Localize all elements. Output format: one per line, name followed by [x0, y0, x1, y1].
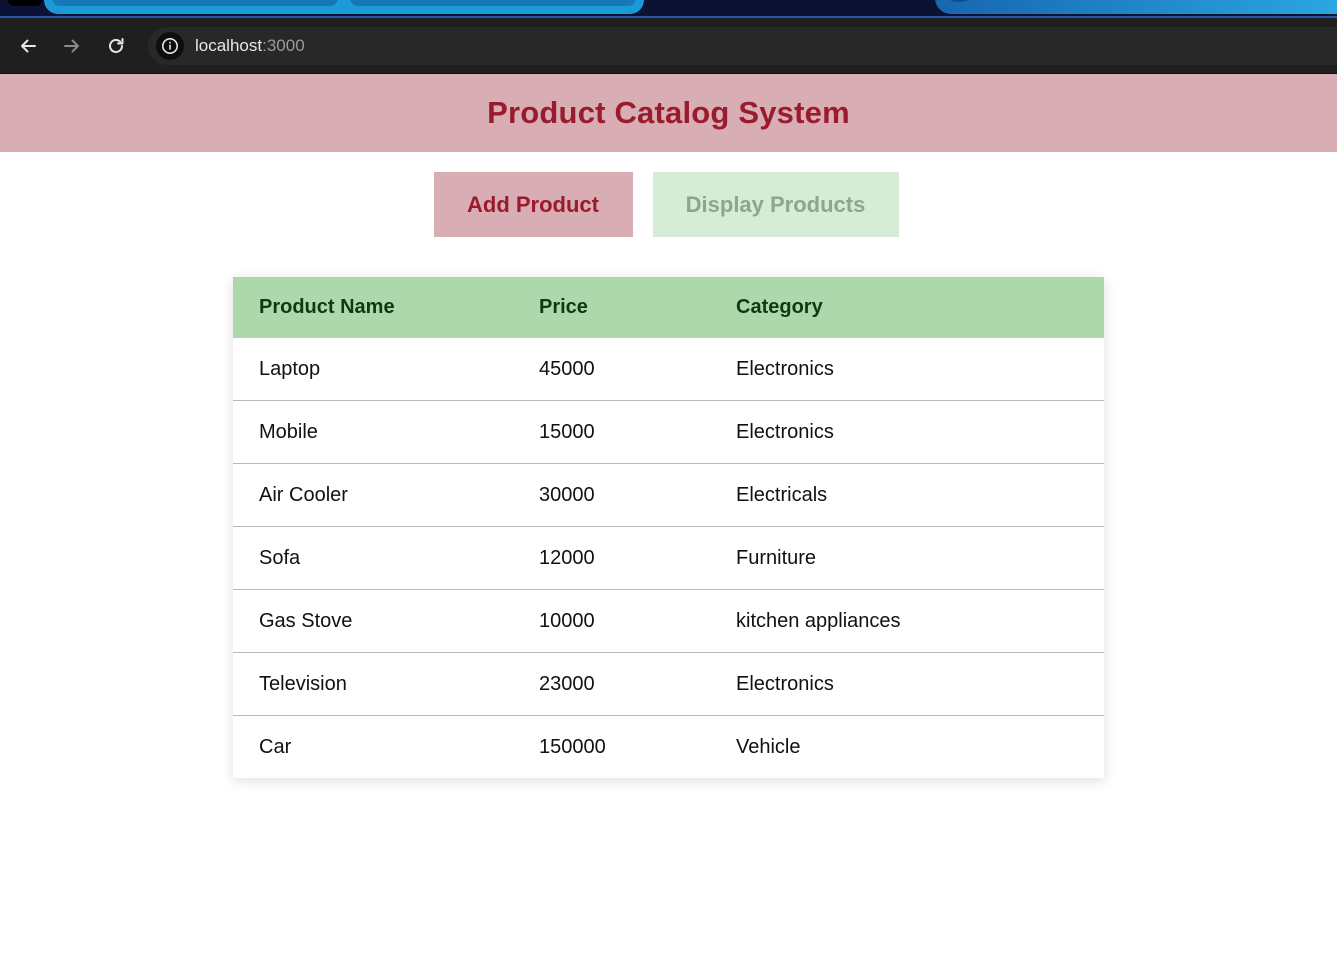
page-title: Product Catalog System — [487, 95, 850, 130]
cell-price: 10000 — [539, 589, 736, 653]
cell-product-name: Gas Stove — [233, 589, 539, 653]
info-icon — [162, 37, 178, 54]
cell-product-name: Mobile — [233, 400, 539, 464]
browser-toolbar: localhost:3000 — [0, 18, 1337, 74]
column-header-price: Price — [539, 296, 588, 318]
cell-price: 12000 — [539, 526, 736, 590]
cell-category: Furniture — [736, 526, 1104, 590]
cell-category: kitchen appliances — [736, 589, 1104, 653]
cell-price: 15000 — [539, 400, 736, 464]
cell-category: Electronics — [736, 400, 1104, 464]
app-header: Product Catalog System — [0, 74, 1337, 152]
window-corner — [8, 0, 42, 6]
table-row: Gas Stove 10000 kitchen appliances — [233, 589, 1104, 653]
cell-price: 150000 — [539, 715, 736, 778]
table-row: Television 23000 Electronics — [233, 652, 1104, 716]
cell-category: Electronics — [736, 357, 834, 380]
url-port: :3000 — [262, 35, 305, 55]
back-button[interactable] — [16, 34, 40, 58]
browser-tab[interactable] — [350, 0, 636, 6]
display-products-button[interactable]: Display Products — [652, 172, 899, 237]
column-header-product-name: Product Name — [259, 296, 395, 318]
product-table-container: Product Name Price Category Laptop 45000… — [233, 277, 1104, 778]
tab-strip-region — [935, 0, 1337, 14]
reload-icon — [109, 37, 124, 53]
cell-category: Electricals — [736, 463, 1104, 527]
tab-strip-avatar — [945, 0, 973, 2]
product-table: Product Name Price Category Laptop 45000… — [233, 277, 1104, 778]
action-bar: Add Product Display Products — [0, 172, 1337, 237]
cell-category: Electronics — [736, 652, 1104, 716]
table-row: Air Cooler 30000 Electricals — [233, 463, 1104, 527]
cell-category: Vehicle — [736, 715, 1104, 778]
cell-product-name: Car — [233, 715, 539, 778]
reload-button[interactable] — [104, 34, 128, 58]
cell-product-name: Laptop — [259, 357, 321, 380]
cell-price: 30000 — [539, 463, 736, 527]
url-text[interactable]: localhost:3000 — [195, 36, 305, 56]
table-header-row: Product Name Price Category — [233, 277, 1104, 338]
forward-button[interactable] — [60, 34, 84, 58]
column-header-category: Category — [736, 296, 823, 318]
cell-product-name: Sofa — [233, 526, 539, 590]
browser-tab-strip — [0, 0, 1337, 18]
cell-price: 23000 — [539, 652, 736, 716]
cell-price: 45000 — [539, 357, 595, 380]
table-row: Car 150000 Vehicle — [233, 715, 1104, 778]
address-bar[interactable]: localhost:3000 — [148, 26, 1337, 65]
cell-product-name: Television — [233, 652, 539, 716]
table-row: Mobile 15000 Electronics — [233, 400, 1104, 464]
arrow-left-icon — [21, 39, 36, 52]
arrow-right-icon — [64, 39, 79, 52]
tab-strip-divider — [0, 16, 1337, 18]
table-row: Laptop 45000 Electronics — [233, 338, 1104, 401]
table-row: Sofa 12000 Furniture — [233, 526, 1104, 590]
url-host: localhost — [195, 35, 263, 55]
add-product-button[interactable]: Add Product — [433, 172, 633, 237]
cell-product-name: Air Cooler — [233, 463, 539, 527]
site-info-button[interactable] — [156, 31, 184, 60]
browser-tab[interactable] — [52, 0, 338, 6]
